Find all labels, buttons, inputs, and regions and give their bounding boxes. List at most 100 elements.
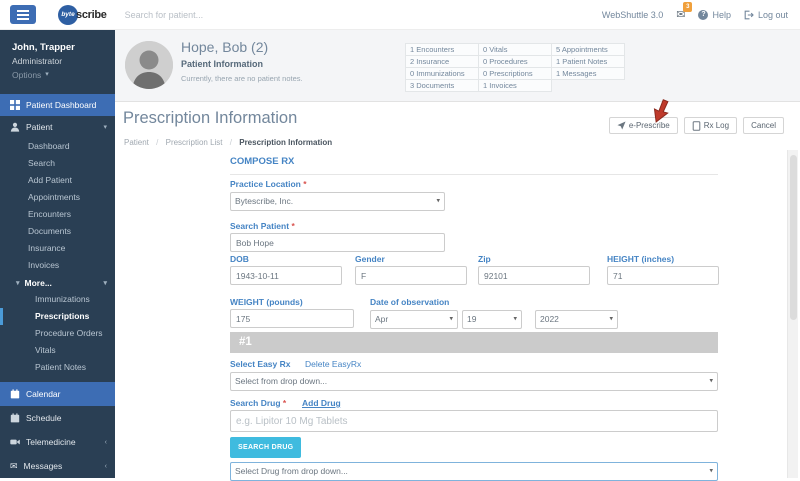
patient-name: Hope, Bob (2) bbox=[181, 39, 268, 55]
sidebar-item-more[interactable]: ▾ More... ▾ bbox=[0, 274, 115, 291]
stats-column-3: 5 Appointments 1 Patient Notes 1 Message… bbox=[551, 44, 625, 80]
patient-search-input[interactable] bbox=[125, 10, 325, 20]
scrollbar[interactable] bbox=[787, 150, 798, 478]
practice-location-select[interactable]: Bytescribe, Inc. ▾ bbox=[230, 191, 445, 210]
gender-label: Gender bbox=[355, 254, 385, 264]
avatar bbox=[125, 41, 173, 89]
patient-header: Hope, Bob (2) Patient Information Curren… bbox=[115, 30, 800, 102]
sidebar-item-immunizations[interactable]: Immunizations bbox=[0, 291, 115, 308]
sidebar-item-encounters[interactable]: Encounters bbox=[0, 206, 115, 223]
scrollbar-thumb[interactable] bbox=[790, 155, 797, 320]
compose-rx-title: COMPOSE RX bbox=[230, 156, 718, 175]
height-label: HEIGHT (inches) bbox=[607, 254, 674, 264]
sidebar-item-patient-dashboard[interactable]: Patient Dashboard bbox=[0, 94, 115, 116]
stat-messages: 1 Messages bbox=[551, 67, 625, 80]
topbar: byte scribe WebShuttle 3.0 ✉ 3 ? Help Lo… bbox=[0, 0, 800, 30]
month-select[interactable]: Apr ▾ bbox=[370, 309, 458, 328]
height-input[interactable] bbox=[607, 266, 719, 285]
envelope-icon: ✉ bbox=[10, 462, 18, 471]
chevron-down-icon: ▾ bbox=[103, 279, 107, 287]
breadcrumb-item-patient[interactable]: Patient bbox=[124, 138, 149, 147]
document-icon bbox=[692, 121, 701, 131]
chevron-down-icon: ▾ bbox=[16, 279, 20, 287]
sidebar-item-procedure-orders[interactable]: Procedure Orders bbox=[0, 325, 115, 342]
calendar-icon bbox=[10, 413, 20, 423]
breadcrumb-item-current: Prescription Information bbox=[239, 138, 332, 147]
menu-toggle-button[interactable] bbox=[10, 5, 36, 24]
sidebar-item-messages[interactable]: ✉ Messages ‹ bbox=[0, 454, 115, 478]
sidebar-item-dashboard[interactable]: Dashboard bbox=[0, 138, 115, 155]
practice-location-label: Practice Location * bbox=[230, 179, 307, 189]
help-button[interactable]: ? Help bbox=[698, 10, 731, 20]
sidebar-item-vitals[interactable]: Vitals bbox=[0, 342, 115, 359]
logo-circle: byte bbox=[58, 5, 78, 25]
zip-input[interactable] bbox=[478, 266, 590, 285]
drug-select[interactable]: Select Drug from drop down... ▾ bbox=[230, 461, 718, 480]
drug-search-input[interactable] bbox=[230, 410, 718, 432]
day-select[interactable]: 19 ▾ bbox=[462, 309, 522, 328]
chevron-down-icon: ▾ bbox=[45, 69, 49, 81]
sidebar-item-documents[interactable]: Documents bbox=[0, 223, 115, 240]
user-role: Administrator bbox=[12, 55, 103, 67]
notification-badge: 3 bbox=[683, 2, 692, 12]
compose-rx-form: COMPOSE RX Practice Location * Bytescrib… bbox=[230, 152, 718, 478]
zip-label: Zip bbox=[478, 254, 491, 264]
weight-input[interactable] bbox=[230, 309, 354, 328]
breadcrumb: Patient / Prescription List / Prescripti… bbox=[124, 138, 332, 147]
add-drug-link[interactable]: Add Drug bbox=[302, 398, 341, 408]
video-camera-icon bbox=[10, 437, 20, 447]
year-select[interactable]: 2022 ▾ bbox=[535, 309, 618, 328]
stat-invoices: 1 Invoices bbox=[478, 79, 552, 92]
sidebar-item-schedule[interactable]: Schedule bbox=[0, 406, 115, 430]
dob-label: DOB bbox=[230, 254, 249, 264]
page-header: Prescription Information Patient / Presc… bbox=[115, 102, 800, 152]
chevron-left-icon: ‹ bbox=[105, 439, 107, 446]
stats-column-1: 1 Encounters 2 Insurance 0 Immunizations… bbox=[405, 44, 479, 92]
grid-icon bbox=[10, 100, 20, 110]
sidebar-item-patient-notes[interactable]: Patient Notes bbox=[0, 359, 115, 376]
calendar-icon bbox=[10, 389, 20, 399]
sidebar-item-add-patient[interactable]: Add Patient bbox=[0, 172, 115, 189]
search-drug-label: Search Drug * bbox=[230, 398, 286, 408]
user-panel: John, Trapper Administrator Options ▾ bbox=[0, 30, 115, 90]
app-version: WebShuttle 3.0 bbox=[602, 10, 663, 20]
app-logo: byte scribe bbox=[58, 5, 107, 25]
sidebar-item-invoices[interactable]: Invoices bbox=[0, 257, 115, 274]
sidebar-item-calendar[interactable]: Calendar bbox=[0, 382, 115, 406]
rx-item-banner: #1 bbox=[230, 332, 718, 353]
hamburger-icon bbox=[17, 10, 29, 12]
rxlog-button[interactable]: Rx Log bbox=[684, 117, 737, 134]
sidebar-item-prescriptions[interactable]: Prescriptions bbox=[0, 308, 115, 325]
user-icon bbox=[10, 122, 20, 132]
sidebar-item-patient[interactable]: Patient ▾ bbox=[0, 116, 115, 138]
chevron-left-icon: ‹ bbox=[105, 463, 107, 470]
send-icon bbox=[617, 121, 626, 130]
weight-label: WEIGHT (pounds) bbox=[230, 297, 303, 307]
page-title: Prescription Information bbox=[123, 109, 297, 128]
logout-button[interactable]: Log out bbox=[744, 10, 788, 20]
sidebar-item-search[interactable]: Search bbox=[0, 155, 115, 172]
delete-easyrx-link[interactable]: Delete EasyRx bbox=[305, 359, 361, 369]
breadcrumb-item-prescription-list[interactable]: Prescription List bbox=[166, 138, 223, 147]
sidebar-item-insurance[interactable]: Insurance bbox=[0, 240, 115, 257]
cancel-button[interactable]: Cancel bbox=[743, 117, 784, 134]
user-name: John, Trapper bbox=[12, 41, 103, 54]
search-patient-input[interactable] bbox=[230, 233, 445, 252]
easy-rx-select[interactable]: Select from drop down... ▾ bbox=[230, 371, 718, 390]
search-patient-label: Search Patient * bbox=[230, 221, 295, 231]
sidebar-item-telemedicine[interactable]: Telemedicine ‹ bbox=[0, 430, 115, 454]
date-of-observation-label: Date of observation bbox=[370, 297, 449, 307]
dob-input[interactable] bbox=[230, 266, 342, 285]
stats-column-2: 0 Vitals 0 Procedures 0 Prescriptions 1 … bbox=[478, 44, 552, 92]
search-drug-button[interactable]: SEARCH DRUG bbox=[230, 437, 301, 458]
options-menu[interactable]: Options ▾ bbox=[12, 69, 103, 81]
help-icon: ? bbox=[698, 10, 708, 20]
stat-documents: 3 Documents bbox=[405, 79, 479, 92]
chevron-down-icon: ▾ bbox=[103, 123, 107, 131]
sidebar-item-appointments[interactable]: Appointments bbox=[0, 189, 115, 206]
patient-subtitle: Patient Information bbox=[181, 59, 263, 69]
messages-button[interactable]: ✉ 3 bbox=[676, 8, 685, 21]
gender-input[interactable] bbox=[355, 266, 467, 285]
patient-note: Currently, there are no patient notes. bbox=[181, 74, 303, 83]
logout-icon bbox=[744, 10, 754, 20]
